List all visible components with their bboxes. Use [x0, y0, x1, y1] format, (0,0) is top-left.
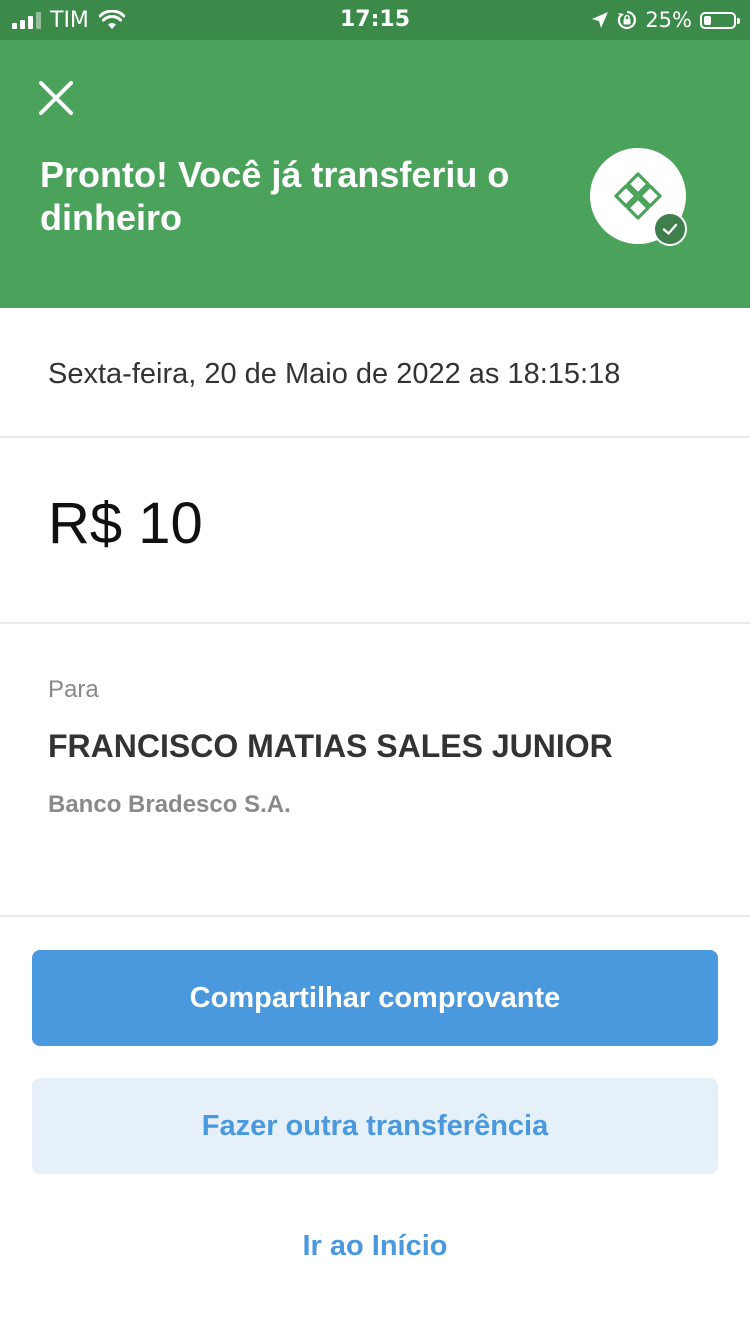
recipient-section: Para FRANCISCO MATIAS SALES JUNIOR Banco…: [0, 624, 750, 917]
new-transfer-button[interactable]: Fazer outra transferência: [32, 1078, 718, 1174]
share-receipt-button[interactable]: Compartilhar comprovante: [32, 950, 718, 1046]
rotation-lock-icon: [618, 10, 637, 30]
battery-icon: [700, 11, 740, 29]
pix-logo-icon: [614, 172, 662, 220]
check-icon: [662, 223, 678, 235]
date-section: Sexta-feira, 20 de Maio de 2022 as 18:15…: [0, 308, 750, 438]
check-badge: [653, 212, 687, 246]
status-bar: TIM 17:15 25%: [0, 0, 750, 40]
recipient-name: FRANCISCO MATIAS SALES JUNIOR: [48, 728, 613, 764]
amount-section: R$ 10: [0, 438, 750, 624]
transfer-date: Sexta-feira, 20 de Maio de 2022 as 18:15…: [48, 358, 621, 390]
transfer-amount: R$ 10: [48, 491, 203, 556]
to-label: Para: [48, 676, 99, 703]
battery-fill: [704, 15, 711, 25]
battery-percent: 25%: [645, 8, 692, 32]
location-arrow-icon: [592, 12, 609, 28]
success-header: Pronto! Você já transferiu o dinheiro: [0, 40, 750, 308]
status-right: 25%: [591, 6, 740, 34]
page-title: Pronto! Você já transferiu o dinheiro: [40, 154, 510, 238]
go-home-link[interactable]: Ir ao Início: [0, 1230, 750, 1263]
bank-name: Banco Bradesco S.A.: [48, 791, 291, 818]
close-icon[interactable]: [34, 76, 78, 120]
